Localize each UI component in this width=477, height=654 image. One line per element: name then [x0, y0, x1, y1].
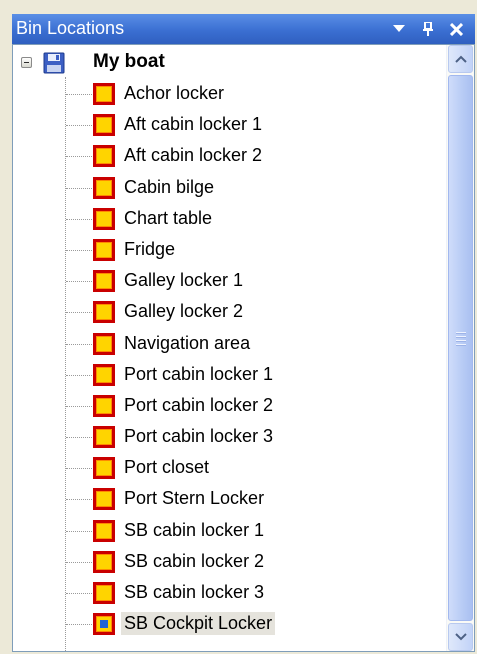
tree-item[interactable]: Galley locker 2 — [13, 297, 445, 328]
tree-connector — [66, 437, 92, 439]
tree-item-label: SB cabin locker 2 — [124, 550, 265, 571]
tree-connector — [66, 343, 92, 345]
tree-item-label: Fridge — [124, 238, 176, 259]
scroll-thumb[interactable] — [448, 75, 473, 621]
scroll-grip — [456, 332, 466, 348]
bin-icon — [93, 394, 115, 417]
bin-icon — [93, 550, 115, 573]
tree-item[interactable]: SB Cockpit Locker — [13, 609, 445, 640]
tree-item-label: Chart table — [124, 207, 213, 228]
tree-item[interactable]: Galley locker 1 — [13, 266, 445, 297]
tree-item[interactable]: Port cabin locker 1 — [13, 360, 445, 391]
scroll-up-button[interactable] — [448, 45, 473, 73]
bin-icon — [93, 145, 115, 168]
tree-item[interactable]: Chart table — [13, 204, 445, 235]
tree-connector — [66, 499, 92, 501]
tree-item[interactable]: Navigation area — [13, 329, 445, 360]
tree-item-label: Galley locker 1 — [124, 270, 244, 291]
tree-connector — [66, 374, 92, 376]
tree-item-label: Aft cabin locker 2 — [124, 145, 263, 166]
tree-items: Achor locker Aft cabin locker 1 Aft cabin … — [13, 79, 445, 640]
tree-item-label: Cabin bilge — [124, 176, 215, 197]
bin-icon — [93, 363, 115, 386]
bin-icon — [93, 270, 115, 293]
tree-root-label: My boat — [93, 51, 165, 72]
tree-item-label: Port cabin locker 1 — [124, 363, 274, 384]
tree-connector — [66, 624, 92, 626]
tree-item[interactable]: Port cabin locker 2 — [13, 391, 445, 422]
tree-root-node[interactable]: My boat — [13, 49, 443, 77]
tree-item[interactable]: Cabin bilge — [13, 173, 445, 204]
tree-item-label: Navigation area — [124, 332, 251, 353]
close-icon — [449, 22, 463, 36]
close-button[interactable] — [445, 17, 467, 41]
panel-title-bar[interactable]: Bin Locations — [12, 14, 475, 44]
tree-item[interactable]: Port Stern Locker — [13, 484, 445, 515]
panel-title: Bin Locations — [16, 18, 125, 38]
tree-item-label: SB Cockpit Locker — [121, 612, 276, 636]
tree-connector — [66, 249, 92, 251]
dropdown-button[interactable] — [388, 17, 410, 41]
tree-item[interactable]: Fridge — [13, 235, 445, 266]
bin-icon — [93, 457, 115, 480]
tree-connector — [66, 468, 92, 470]
floppy-disk-icon — [43, 52, 65, 79]
tree-connector — [66, 156, 92, 158]
tree-connector — [66, 187, 92, 189]
chevron-down-icon — [454, 633, 467, 641]
tree-item-label: SB cabin locker 3 — [124, 582, 265, 602]
tree-connector — [66, 561, 92, 563]
tree-item[interactable]: Port closet — [13, 453, 445, 484]
pin-icon — [423, 22, 433, 36]
bin-tree[interactable]: My boat Achor locker Aft cabin locker 1 Af… — [12, 44, 475, 652]
bin-icon — [93, 114, 115, 137]
tree-item[interactable]: Aft cabin locker 2 — [13, 141, 445, 172]
bin-icon — [93, 582, 115, 604]
tree-content: My boat Achor locker Aft cabin locker 1 Af… — [13, 45, 447, 651]
bin-icon — [93, 332, 115, 355]
pin-button[interactable] — [417, 17, 439, 41]
scroll-down-button[interactable] — [448, 623, 473, 651]
tree-connector — [66, 94, 92, 95]
vertical-scrollbar[interactable] — [446, 45, 474, 651]
bin-locations-panel: Bin Locations My boat Achor locker Aft c… — [0, 0, 477, 654]
bin-icon — [93, 176, 115, 199]
tree-item-label: Galley locker 2 — [124, 301, 244, 322]
tree-connector — [66, 125, 92, 127]
triangle-down-icon — [393, 25, 405, 32]
tree-item-label: Aft cabin locker 1 — [124, 114, 263, 135]
tree-connector — [66, 281, 92, 283]
tree-item-label: SB cabin locker 1 — [124, 519, 265, 540]
tree-item[interactable]: SB cabin locker 1 — [13, 516, 445, 547]
bin-icon — [93, 238, 115, 261]
tree-item[interactable]: SB cabin locker 3 — [13, 578, 445, 609]
chevron-up-icon — [454, 55, 467, 63]
bin-icon — [93, 207, 115, 230]
tree-item-label: Port Stern Locker — [124, 488, 265, 509]
tree-connector — [66, 218, 92, 220]
tree-item[interactable]: Aft cabin locker 1 — [13, 110, 445, 141]
collapse-icon[interactable] — [21, 57, 32, 68]
tree-item-label: Port cabin locker 2 — [124, 394, 274, 415]
tree-item-label: Port cabin locker 3 — [124, 426, 274, 447]
bin-icon — [93, 426, 115, 449]
tree-item-label: Achor locker — [124, 83, 225, 103]
bin-icon — [93, 301, 115, 324]
tree-item-label: Port closet — [124, 457, 210, 478]
tree-item[interactable]: SB cabin locker 2 — [13, 547, 445, 578]
tree-item[interactable]: Achor locker — [13, 79, 445, 110]
tree-item[interactable]: Port cabin locker 3 — [13, 422, 445, 453]
bin-icon — [93, 519, 115, 542]
tree-connector — [66, 405, 92, 407]
tree-connector — [66, 312, 92, 314]
bin-icon — [93, 83, 115, 105]
tree-connector — [66, 530, 92, 532]
bin-icon — [93, 488, 115, 511]
bin-icon — [93, 613, 115, 636]
tree-connector — [66, 593, 92, 594]
